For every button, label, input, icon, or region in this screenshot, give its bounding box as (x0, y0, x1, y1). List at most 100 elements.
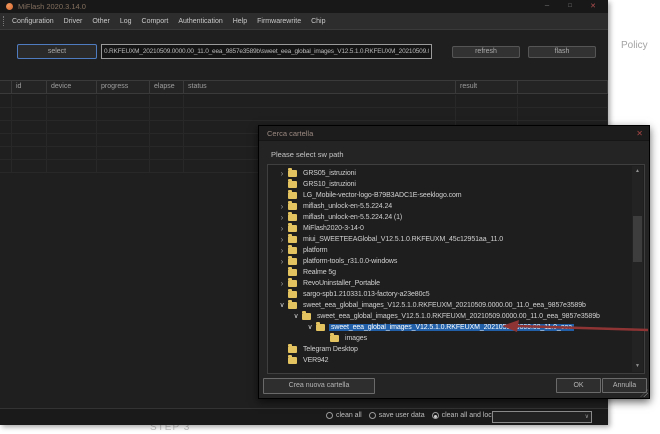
table-cell (47, 160, 97, 172)
dialog-prompt: Please select sw path (271, 150, 344, 159)
scrollbar-thumb[interactable] (633, 216, 642, 262)
folder-tree-rows: › GRS05_istruzioni GRS10_istruzioni LG_Mobi… (268, 168, 632, 366)
tree-item[interactable]: LG_Mobile-vector-logo-B79B3ADC1E-seeklog… (268, 190, 632, 201)
scroll-down-icon[interactable]: ▼ (632, 361, 643, 372)
tree-item[interactable]: ∨sweet_eea_global_images_V12.5.1.0.RKFEU… (268, 300, 632, 311)
expander-collapsed-icon[interactable]: › (276, 224, 288, 234)
table-cell (12, 134, 47, 146)
expander-collapsed-icon[interactable]: › (276, 169, 288, 179)
tree-item-label: GRS05_istruzioni (301, 170, 358, 177)
tree-item[interactable]: sargo-spb1.210331.013-factory-a23e80c5 (268, 289, 632, 300)
minimize-button[interactable]: ─ (539, 1, 555, 12)
radio-circle-icon[interactable] (369, 412, 376, 419)
table-cell (97, 121, 150, 133)
dialog-close-icon[interactable]: ✕ (636, 129, 643, 138)
expander-collapsed-icon[interactable]: › (276, 246, 288, 256)
script-combobox[interactable]: ∨ (492, 411, 592, 423)
menu-item-log[interactable]: Log (120, 18, 132, 25)
table-cell (0, 134, 12, 146)
table-cell (12, 160, 47, 172)
column-header-elapse: elapse (150, 81, 184, 93)
menu-bar-items: Configuration Driver Other Log Comport Authen… (12, 18, 336, 25)
tree-item[interactable]: GRS10_istruzioni (268, 179, 632, 190)
menu-item-firmwarewrite[interactable]: Firmwarewrite (257, 18, 301, 25)
menu-item-configuration[interactable]: Configuration (12, 18, 54, 25)
table-cell (0, 121, 12, 133)
expander-collapsed-icon[interactable]: › (276, 279, 288, 289)
tree-item-label: platform (301, 247, 330, 254)
scroll-up-icon[interactable]: ▲ (632, 166, 643, 177)
folder-tree: › GRS05_istruzioni GRS10_istruzioni LG_Mobi… (267, 164, 645, 374)
expander-collapsed-icon[interactable]: › (276, 235, 288, 245)
tree-item[interactable]: Realme 5g (268, 267, 632, 278)
radio-save-user-data[interactable]: save user data (369, 412, 425, 419)
resize-grip[interactable] (640, 389, 648, 397)
tree-item[interactable]: ›MiFlash2020-3-14-0 (268, 223, 632, 234)
tree-item-label: VER942 (301, 357, 330, 364)
menu-item-chip[interactable]: Chip (311, 18, 325, 25)
flash-button[interactable]: flash (528, 46, 596, 58)
tree-item[interactable]: ›miflash_unlock-en-5.5.224.24 (268, 201, 632, 212)
table-cell (456, 95, 518, 107)
folder-icon (302, 313, 311, 320)
menu-item-driver[interactable]: Driver (64, 18, 83, 25)
table-cell (97, 147, 150, 159)
table-cell (97, 108, 150, 120)
folder-icon (288, 247, 297, 254)
tree-item-label: miflash_unlock-en-5.5.224.24 (1) (301, 214, 404, 221)
column-header-blank-7 (518, 81, 608, 93)
select-button[interactable]: select (17, 44, 97, 59)
table-cell (150, 134, 184, 146)
tree-item[interactable]: ›miui_SWEETEEAGlobal_V12.5.1.0.RKFEUXM_4… (268, 234, 632, 245)
tree-item[interactable]: ›RevoUninstaller_Portable (268, 278, 632, 289)
radio-clean-all-and-lock[interactable]: clean all and lock (432, 412, 496, 419)
ok-button[interactable]: OK (556, 378, 601, 393)
tree-item[interactable]: VER942 (268, 355, 632, 366)
table-cell (0, 95, 12, 107)
tree-item-label: LG_Mobile-vector-logo-B79B3ADC1E-seeklog… (301, 192, 464, 199)
radio-circle-icon[interactable] (432, 412, 439, 419)
tree-item-label: images (343, 335, 369, 342)
close-button[interactable]: ✕ (585, 1, 601, 12)
folder-icon (288, 258, 297, 265)
radio-clean-all[interactable]: clean all (326, 412, 362, 419)
tree-item[interactable]: Telegram Desktop (268, 344, 632, 355)
table-cell (97, 95, 150, 107)
expander-collapsed-icon[interactable]: › (276, 213, 288, 223)
sw-path-input[interactable] (101, 44, 432, 59)
background-policy-text: Policy (621, 40, 648, 51)
folder-icon (288, 302, 297, 309)
column-header-status: status (184, 81, 456, 93)
tree-scrollbar[interactable]: ▲ ▼ (632, 166, 643, 372)
table-cell (12, 121, 47, 133)
radio-circle-icon[interactable] (326, 412, 333, 419)
folder-icon (288, 236, 297, 243)
table-cell (518, 108, 608, 120)
maximize-button[interactable]: □ (562, 1, 578, 12)
expander-collapsed-icon[interactable]: › (276, 257, 288, 267)
expander-collapsed-icon[interactable]: › (276, 202, 288, 212)
tree-item[interactable]: › platform (268, 245, 632, 256)
window-title: MiFlash 2020.3.14.0 (18, 2, 86, 11)
expander-expanded-icon[interactable]: ∨ (290, 312, 302, 322)
menu-item-help[interactable]: Help (233, 18, 247, 25)
folder-icon (288, 170, 297, 177)
device-table-header: iddeviceprogresselapsestatusresult (0, 80, 608, 94)
tree-item[interactable]: › GRS05_istruzioni (268, 168, 632, 179)
new-folder-button[interactable]: Crea nuova cartella (263, 378, 375, 394)
menu-item-comport[interactable]: Comport (142, 18, 169, 25)
table-cell (0, 160, 12, 172)
table-cell (456, 108, 518, 120)
tree-item[interactable]: › miflash_unlock-en-5.5.224.24 (1) (268, 212, 632, 223)
tree-item-label: Telegram Desktop (301, 346, 360, 353)
folder-icon (288, 357, 297, 364)
menu-item-other[interactable]: Other (92, 18, 110, 25)
menu-item-authentication[interactable]: Authentication (178, 18, 222, 25)
expander-expanded-icon[interactable]: ∨ (276, 301, 288, 311)
tree-item[interactable]: ›platform-tools_r31.0.0-windows (268, 256, 632, 267)
table-cell (12, 147, 47, 159)
chevron-down-icon: ∨ (585, 412, 589, 423)
expander-expanded-icon[interactable]: ∨ (304, 323, 316, 333)
refresh-button[interactable]: refresh (452, 46, 520, 58)
table-cell (150, 147, 184, 159)
